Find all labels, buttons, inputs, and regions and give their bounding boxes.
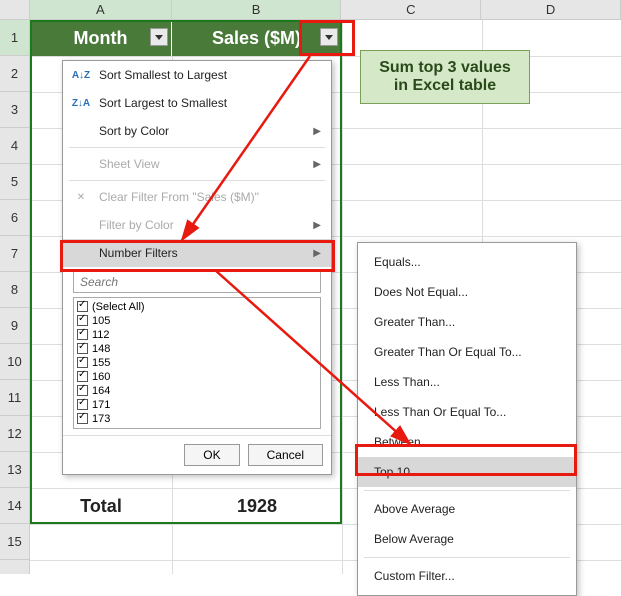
menu-label: Sort by Color <box>99 124 169 138</box>
separator <box>364 490 570 491</box>
menu-label: Number Filters <box>99 246 178 260</box>
filter-between[interactable]: Between... <box>358 427 576 457</box>
separator <box>364 557 570 558</box>
checkbox-icon[interactable] <box>77 315 88 326</box>
checkbox-icon[interactable] <box>77 357 88 368</box>
filter-search <box>73 271 321 293</box>
total-label: Total <box>30 488 172 524</box>
filter-top10[interactable]: Top 10... <box>358 457 576 487</box>
sort-asc-icon: A↓Z <box>73 67 89 83</box>
row-header[interactable]: 1 <box>0 20 29 56</box>
separator <box>69 147 325 148</box>
clear-filter: ✕ Clear Filter From "Sales ($M)" <box>63 183 331 211</box>
clear-filter-icon: ✕ <box>73 189 89 205</box>
list-item[interactable]: 164 <box>76 384 318 398</box>
row-header[interactable]: 13 <box>0 452 29 488</box>
list-item[interactable]: (Select All) <box>76 300 318 314</box>
filter-below-avg[interactable]: Below Average <box>358 524 576 554</box>
column-headers: A B C D <box>0 0 621 20</box>
sort-by-color[interactable]: Sort by Color ▶ <box>63 117 331 145</box>
list-item[interactable]: 155 <box>76 356 318 370</box>
ok-button[interactable]: OK <box>184 444 239 466</box>
cancel-button[interactable]: Cancel <box>248 444 323 466</box>
row-header[interactable]: 4 <box>0 128 29 164</box>
row-header[interactable]: 9 <box>0 308 29 344</box>
checkbox-icon[interactable] <box>77 329 88 340</box>
filter-panel-buttons: OK Cancel <box>63 435 331 474</box>
list-item[interactable]: 105 <box>76 314 318 328</box>
filter-lte[interactable]: Less Than Or Equal To... <box>358 397 576 427</box>
col-header-c[interactable]: C <box>341 0 481 19</box>
number-filters[interactable]: Number Filters ▶ <box>63 239 331 267</box>
row-header[interactable]: 5 <box>0 164 29 200</box>
col-header-b[interactable]: B <box>172 0 342 19</box>
table-header-row: Month Sales ($M) <box>30 20 342 56</box>
filter-dropdown-icon[interactable] <box>320 28 338 46</box>
filter-less-than[interactable]: Less Than... <box>358 367 576 397</box>
table-header-sales: Sales ($M) <box>172 20 342 56</box>
select-all-corner[interactable] <box>0 0 30 19</box>
row-header[interactable]: 6 <box>0 200 29 236</box>
filter-not-equal[interactable]: Does Not Equal... <box>358 277 576 307</box>
row-header[interactable]: 8 <box>0 272 29 308</box>
list-item[interactable]: 160 <box>76 370 318 384</box>
checkbox-icon[interactable] <box>77 413 88 424</box>
table-header-label: Month <box>74 28 128 49</box>
filter-checkbox-list[interactable]: (Select All) 105 112 148 155 160 164 171… <box>73 297 321 429</box>
table-header-label: Sales ($M) <box>212 28 301 49</box>
sort-descending[interactable]: Z↓A Sort Largest to Smallest <box>63 89 331 117</box>
chevron-right-icon: ▶ <box>313 220 321 231</box>
sort-ascending[interactable]: A↓Z Sort Smallest to Largest <box>63 61 331 89</box>
row-header[interactable]: 10 <box>0 344 29 380</box>
checkbox-icon[interactable] <box>77 343 88 354</box>
table-header-month: Month <box>30 20 172 56</box>
filter-gte[interactable]: Greater Than Or Equal To... <box>358 337 576 367</box>
filter-equals[interactable]: Equals... <box>358 247 576 277</box>
list-item[interactable]: 148 <box>76 342 318 356</box>
checkbox-icon[interactable] <box>77 385 88 396</box>
filter-dropdown-icon[interactable] <box>150 28 168 46</box>
total-value: 1928 <box>172 488 342 524</box>
list-item[interactable]: 173 <box>76 412 318 426</box>
checkbox-icon[interactable] <box>77 371 88 382</box>
chevron-right-icon: ▶ <box>313 159 321 170</box>
row-header[interactable]: 14 <box>0 488 29 524</box>
separator <box>69 180 325 181</box>
col-header-a[interactable]: A <box>30 0 172 19</box>
filter-dropdown-panel: A↓Z Sort Smallest to Largest Z↓A Sort La… <box>62 60 332 475</box>
menu-label: Sheet View <box>99 157 160 171</box>
row-header[interactable]: 3 <box>0 92 29 128</box>
filter-custom[interactable]: Custom Filter... <box>358 561 576 591</box>
sort-desc-icon: Z↓A <box>73 95 89 111</box>
row-header[interactable]: 11 <box>0 380 29 416</box>
menu-label: Filter by Color <box>99 218 174 232</box>
row-header[interactable]: 7 <box>0 236 29 272</box>
row-header[interactable]: 12 <box>0 416 29 452</box>
search-input[interactable] <box>73 271 321 293</box>
sheet-view: Sheet View ▶ <box>63 150 331 178</box>
chevron-right-icon: ▶ <box>313 248 321 259</box>
checkbox-icon[interactable] <box>77 399 88 410</box>
list-item[interactable]: 112 <box>76 328 318 342</box>
row-header[interactable]: 15 <box>0 524 29 560</box>
callout-line: in Excel table <box>375 77 515 95</box>
checkbox-icon[interactable] <box>77 301 88 312</box>
filter-greater-than[interactable]: Greater Than... <box>358 307 576 337</box>
menu-label: Sort Smallest to Largest <box>99 68 227 82</box>
list-item[interactable]: 171 <box>76 398 318 412</box>
filter-above-avg[interactable]: Above Average <box>358 494 576 524</box>
row-header[interactable]: 2 <box>0 56 29 92</box>
callout-line: Sum top 3 values <box>375 59 515 77</box>
filter-by-color: Filter by Color ▶ <box>63 211 331 239</box>
row-headers: 1 2 3 4 5 6 7 8 9 10 11 12 13 14 15 <box>0 20 30 574</box>
annotation-callout: Sum top 3 values in Excel table <box>360 50 530 104</box>
chevron-right-icon: ▶ <box>313 126 321 137</box>
menu-label: Sort Largest to Smallest <box>99 96 227 110</box>
number-filters-submenu: Equals... Does Not Equal... Greater Than… <box>357 242 577 596</box>
total-row: Total 1928 <box>30 488 342 524</box>
menu-label: Clear Filter From "Sales ($M)" <box>99 190 259 204</box>
col-header-d[interactable]: D <box>481 0 621 19</box>
